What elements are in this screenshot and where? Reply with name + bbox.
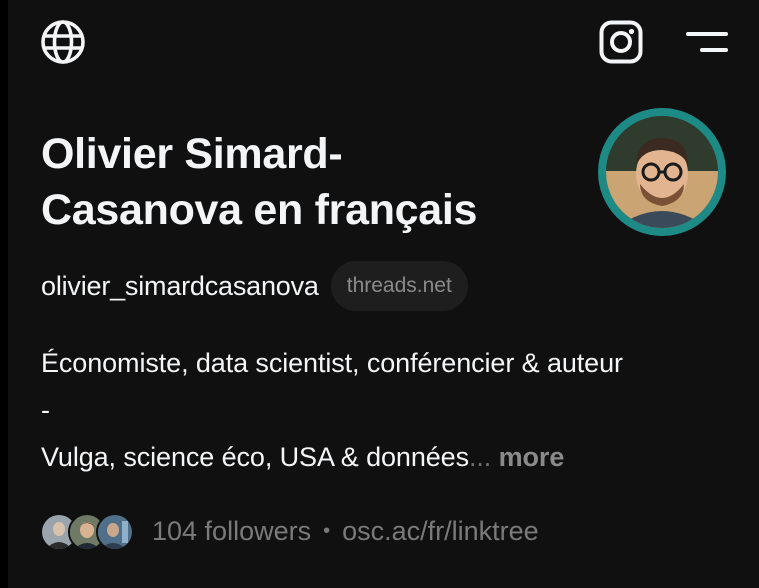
instagram-button[interactable] <box>597 18 645 66</box>
profile-name: Olivier Simard- Casanova en français <box>41 126 561 238</box>
avatar-photo <box>606 116 718 228</box>
profile-name-line-2: Casanova en français <box>41 186 478 234</box>
username: olivier_simardcasanova <box>41 270 319 301</box>
bio-line: Économiste, data scientist, conférencier… <box>41 348 623 378</box>
profile-name-line-1: Olivier Simard- <box>41 130 343 178</box>
menu-button[interactable] <box>681 24 733 60</box>
followers-row: 104 followers • osc.ac/fr/linktree <box>40 510 539 552</box>
bio-ellipsis: ... <box>468 442 492 472</box>
followers-count[interactable]: 104 followers <box>152 516 311 547</box>
follower-avatar <box>96 513 134 551</box>
profile-panel: Olivier Simard- Casanova en français oli… <box>8 0 759 588</box>
globe-button[interactable] <box>39 18 87 66</box>
more-link[interactable]: more <box>499 442 565 472</box>
bio: Économiste, data scientist, conférencier… <box>41 340 741 481</box>
follower-avatars[interactable] <box>40 512 136 551</box>
instagram-icon <box>599 20 643 64</box>
profile-link[interactable]: osc.ac/fr/linktree <box>342 516 539 547</box>
handle-row: olivier_simardcasanova threads.net <box>41 260 468 312</box>
bio-line: Vulga, science éco, USA & données... mor… <box>41 434 741 481</box>
domain-badge[interactable]: threads.net <box>330 261 468 311</box>
bio-line: - <box>41 395 50 425</box>
menu-icon <box>686 32 728 52</box>
avatar[interactable] <box>598 108 726 236</box>
bio-line-text: Vulga, science éco, USA & données <box>41 442 469 472</box>
globe-icon <box>41 20 85 64</box>
separator-dot: • <box>323 519 331 542</box>
